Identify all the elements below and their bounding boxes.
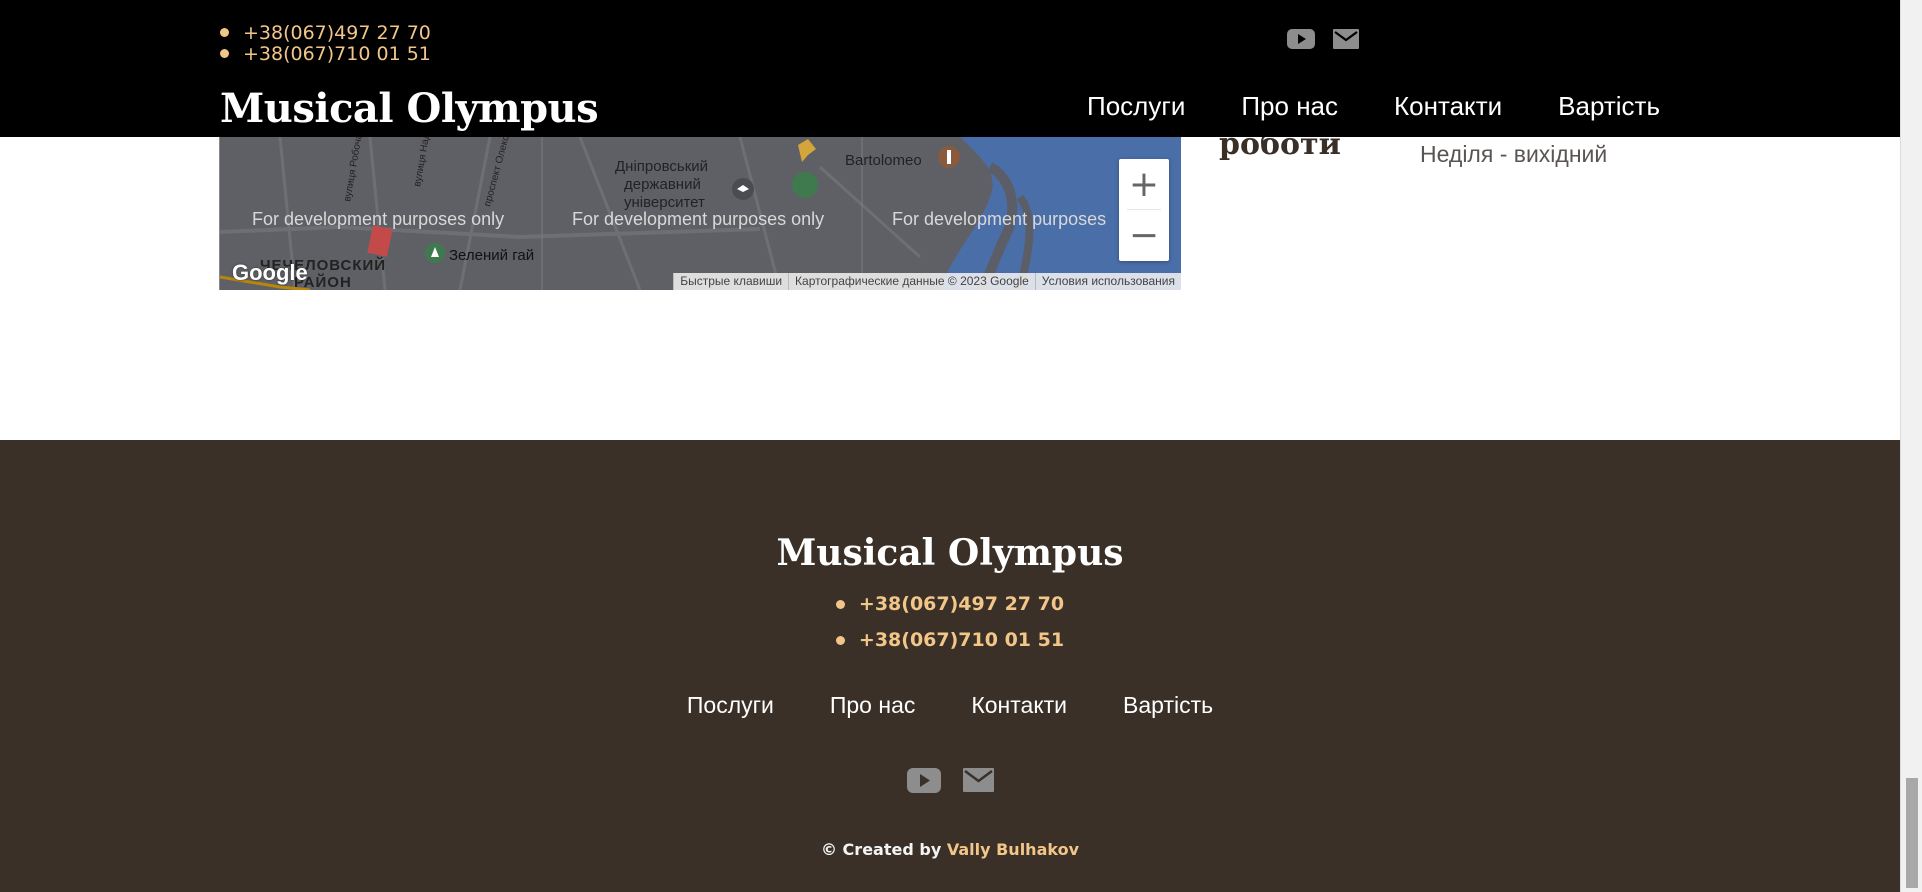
header-social-links xyxy=(1287,29,1359,54)
footer-nav: Послуги Про нас Контакти Вартість xyxy=(0,692,1900,719)
page-scrollbar[interactable] xyxy=(1900,0,1922,892)
youtube-icon[interactable] xyxy=(906,768,941,798)
footer-phone-2[interactable]: +38(067)710 01 51 xyxy=(859,629,1064,651)
site-logo[interactable]: Musical Olympus xyxy=(220,84,599,134)
google-logo[interactable]: Google xyxy=(232,260,308,286)
hours-value: Неділя - вихідний xyxy=(1420,141,1608,167)
header-nav: Послуги Про нас Контакти Вартість xyxy=(1031,88,1660,124)
credit-author-link[interactable]: Vally Bulhakov xyxy=(947,840,1079,859)
zoom-out-button[interactable]: − xyxy=(1119,210,1169,260)
mail-icon[interactable] xyxy=(1333,29,1359,54)
footer-phone-1[interactable]: +38(067)497 27 70 xyxy=(859,593,1064,615)
map-dev-notice: For development purposes only xyxy=(572,209,825,229)
header-phone-item[interactable]: +38(067)710 01 51 xyxy=(220,43,431,65)
bullet-icon xyxy=(220,49,229,58)
credit-prefix: © Created by xyxy=(820,840,942,859)
footer-nav-services[interactable]: Послуги xyxy=(687,692,774,719)
footer-phone-item[interactable]: +38(067)710 01 51 xyxy=(0,622,1900,658)
svg-text:Зелений гай: Зелений гай xyxy=(449,247,534,264)
footer-social-links xyxy=(0,768,1900,798)
footer-phone-list: +38(067)497 27 70 +38(067)710 01 51 xyxy=(0,586,1900,658)
bullet-icon xyxy=(835,599,845,609)
nav-link-services[interactable]: Послуги xyxy=(1087,88,1185,124)
zoom-in-button[interactable]: + xyxy=(1119,159,1169,209)
footer-credit: © Created by Vally Bulhakov xyxy=(0,840,1900,859)
google-map[interactable]: Дніпровський державний університет Barto… xyxy=(219,137,1181,290)
svg-text:державний: державний xyxy=(624,176,701,193)
site-footer: Musical Olympus +38(067)497 27 70 +38(06… xyxy=(0,440,1900,892)
map-dev-notice: For development purposes xyxy=(892,209,1107,229)
contacts-section: Дніпровський державний університет Barto… xyxy=(0,127,1900,440)
header-phone-item[interactable]: +38(067)497 27 70 xyxy=(220,22,431,44)
nav-link-pricing[interactable]: Вартість xyxy=(1558,88,1660,124)
footer-nav-contacts[interactable]: Контакти xyxy=(971,692,1067,719)
footer-logo[interactable]: Musical Olympus xyxy=(0,532,1900,574)
header-phone-1[interactable]: +38(067)497 27 70 xyxy=(243,22,431,44)
site-header: +38(067)497 27 70 +38(067)710 01 51 Musi… xyxy=(0,0,1900,137)
bullet-icon xyxy=(220,28,229,37)
map-zoom-control: + − xyxy=(1119,159,1169,261)
map-dev-notice: For development purposes only xyxy=(252,209,505,229)
map-attribution: Быстрые клавиши Картографические данные … xyxy=(673,273,1181,290)
map-data-credit: Картографические данные © 2023 Google xyxy=(788,273,1035,290)
footer-nav-about[interactable]: Про нас xyxy=(830,692,916,719)
header-phone-2[interactable]: +38(067)710 01 51 xyxy=(243,43,431,65)
scrollbar-thumb[interactable] xyxy=(1906,778,1918,888)
map-shortcuts-link[interactable]: Быстрые клавиши xyxy=(673,273,788,290)
nav-link-about[interactable]: Про нас xyxy=(1241,88,1338,124)
map-label: Дніпровський xyxy=(615,158,708,175)
header-phone-list: +38(067)497 27 70 +38(067)710 01 51 xyxy=(220,22,431,65)
svg-text:Bartolomeo: Bartolomeo xyxy=(845,152,922,169)
footer-nav-pricing[interactable]: Вартість xyxy=(1123,692,1213,719)
mail-icon[interactable] xyxy=(962,768,994,798)
bullet-icon xyxy=(835,635,845,645)
footer-phone-item[interactable]: +38(067)497 27 70 xyxy=(0,586,1900,622)
youtube-icon[interactable] xyxy=(1287,29,1315,54)
nav-link-contacts[interactable]: Контакти xyxy=(1394,88,1502,124)
map-terms-link[interactable]: Условия использования xyxy=(1034,273,1181,290)
